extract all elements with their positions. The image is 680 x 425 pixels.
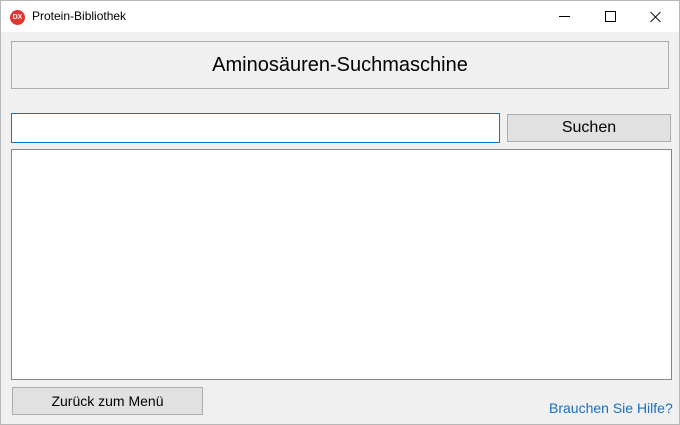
help-link[interactable]: Brauchen Sie Hilfe? xyxy=(549,400,673,416)
app-logo-icon: DX xyxy=(10,10,25,25)
back-to-menu-button[interactable]: Zurück zum Menü xyxy=(12,387,203,415)
title-bar[interactable]: DX Protein-Bibliothek xyxy=(1,1,679,32)
search-input[interactable] xyxy=(11,113,500,143)
close-icon xyxy=(650,11,662,23)
app-window: DX Protein-Bibliothek Aminosäuren-Suchma… xyxy=(0,0,680,425)
page-title: Aminosäuren-Suchmaschine xyxy=(11,41,669,89)
maximize-button[interactable] xyxy=(587,1,633,32)
minimize-icon xyxy=(558,16,570,17)
window-title: Protein-Bibliothek xyxy=(32,9,127,23)
minimize-button[interactable] xyxy=(541,1,587,32)
search-button[interactable]: Suchen xyxy=(507,114,671,142)
results-list[interactable] xyxy=(11,149,672,380)
close-button[interactable] xyxy=(633,1,679,32)
maximize-icon xyxy=(604,11,616,22)
